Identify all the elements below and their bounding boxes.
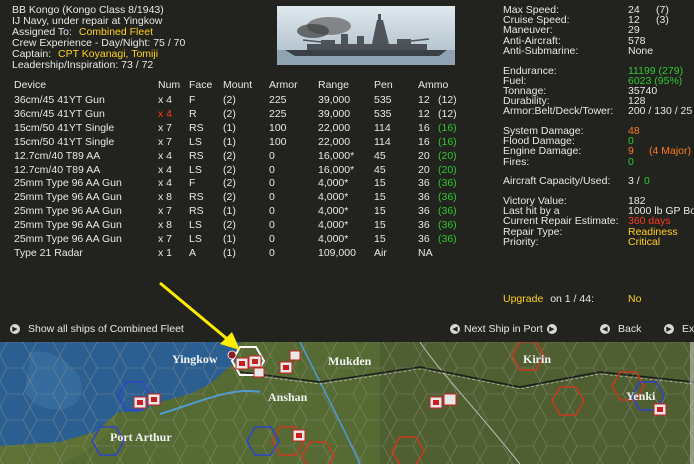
annotation-arrow [159,281,240,350]
